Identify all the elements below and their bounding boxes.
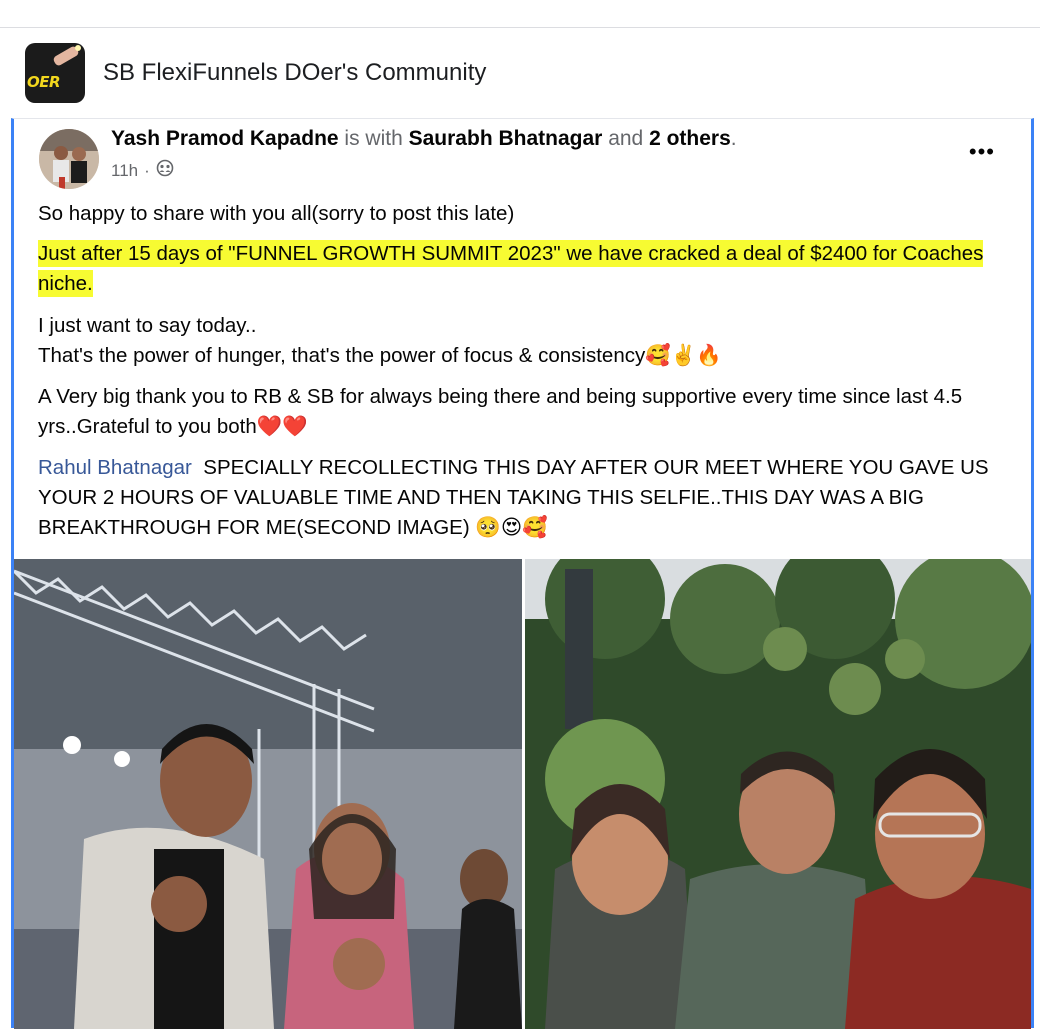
post-photo-1[interactable]	[14, 559, 522, 1029]
more-options-button[interactable]: •••	[969, 139, 995, 165]
post-text-p5: Rahul Bhatnagar SPECIALLY RECOLLECTING T…	[38, 453, 1018, 543]
group-audience-icon[interactable]	[156, 159, 174, 182]
post-photo-2-image	[525, 559, 1031, 1029]
post-text-p3b-wrap: That's the power of hunger, that's the p…	[38, 341, 1018, 371]
others-link[interactable]: 2 others	[649, 127, 731, 150]
post-text-p3a: I just want to say today..	[38, 314, 257, 337]
tagged-person[interactable]: Saurabh Bhatnagar	[409, 127, 603, 150]
top-strip	[0, 0, 1040, 28]
post-text-p2: Just after 15 days of "FUNNEL GROWTH SUM…	[38, 239, 1018, 299]
group-logo[interactable]: OER	[25, 43, 85, 103]
meta-separator: ·	[144, 160, 150, 180]
post-card: Yash Pramod Kapadne is with Saurabh Bhat…	[11, 118, 1034, 1029]
post-meta: 11h ·	[111, 159, 174, 182]
author-name[interactable]: Yash Pramod Kapadne	[111, 127, 339, 150]
period: .	[730, 127, 737, 150]
with-text: is with	[344, 127, 403, 150]
group-logo-text: OER	[27, 73, 61, 91]
post-text-p1: So happy to share with you all(sorry to …	[38, 202, 515, 225]
post-author-line: Yash Pramod Kapadne is with Saurabh Bhat…	[111, 127, 737, 151]
author-avatar[interactable]	[39, 129, 99, 189]
post-text-p4: A Very big thank you to RB & SB for alwa…	[38, 382, 1018, 442]
post-photo-2[interactable]	[525, 559, 1031, 1029]
post-text-p3: I just want to say today.. That's the po…	[38, 311, 1018, 371]
post-text-p3b: That's the power of hunger, that's the p…	[38, 344, 646, 367]
and-text: and	[608, 127, 644, 150]
heart-emoji: ❤️❤️	[256, 415, 308, 438]
post-photo-1-image	[14, 559, 522, 1029]
post-time[interactable]: 11h	[111, 161, 138, 181]
group-header: OER SB FlexiFunnels DOer's Community	[0, 28, 1040, 118]
highlighted-text: Just after 15 days of "FUNNEL GROWTH SUM…	[38, 240, 984, 297]
emoji-group: 🥰✌️🔥	[645, 344, 722, 367]
emoji-group-2: 🥺😍🥰	[475, 516, 548, 539]
logo-spark	[75, 45, 81, 51]
group-name[interactable]: SB FlexiFunnels DOer's Community	[103, 59, 486, 87]
mention-link[interactable]: Rahul Bhatnagar	[38, 456, 192, 479]
post-text-p4-text: A Very big thank you to RB & SB for alwa…	[38, 385, 963, 438]
